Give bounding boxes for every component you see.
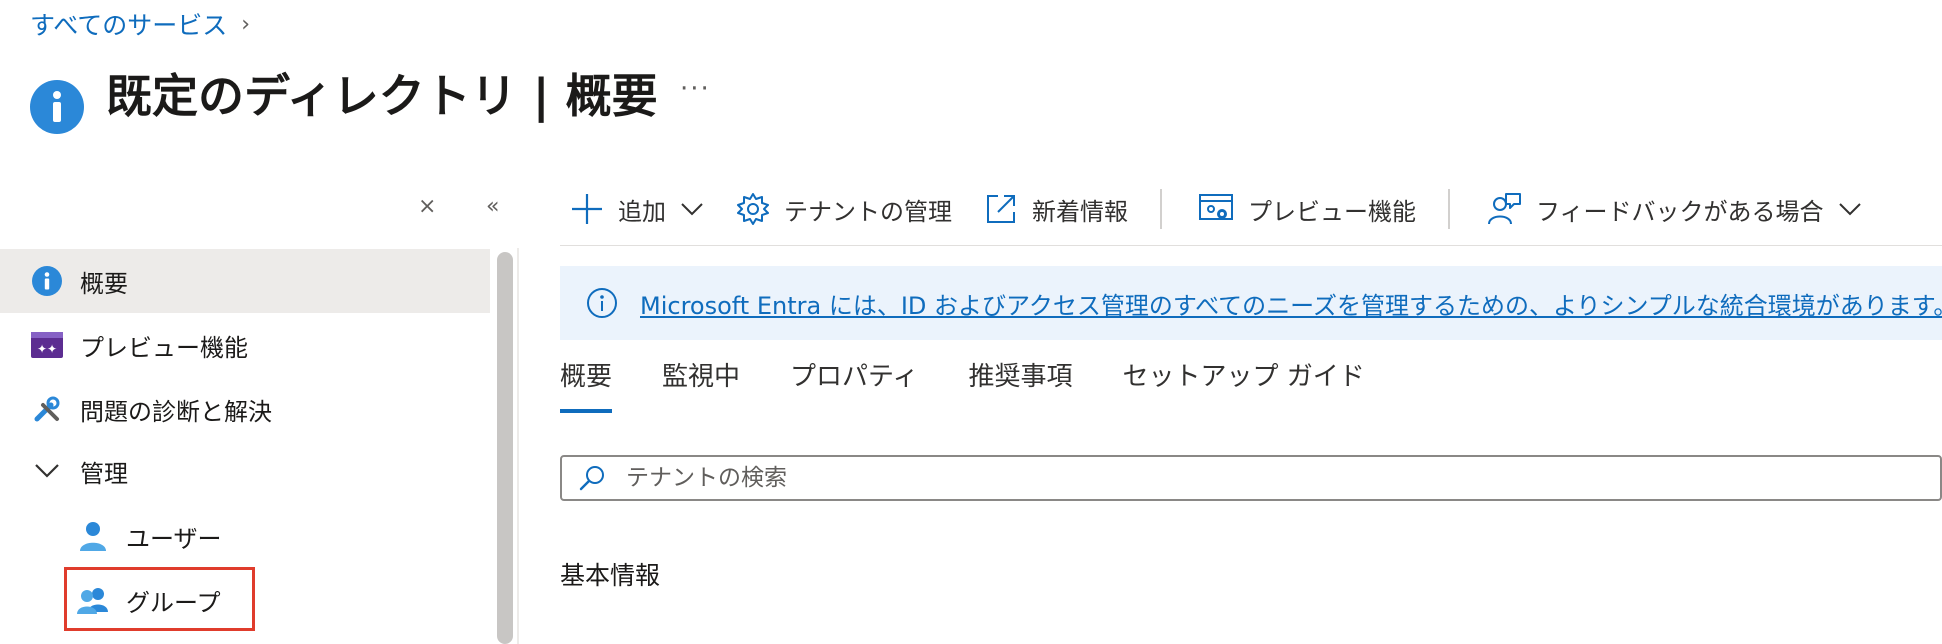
tenant-manage-button[interactable]: テナントの管理 <box>736 192 952 227</box>
add-label: 追加 <box>618 197 666 226</box>
tab-setup-guide[interactable]: セットアップ ガイド <box>1123 356 1365 413</box>
tab-overview[interactable]: 概要 <box>560 356 613 413</box>
tab-monitoring[interactable]: 監視中 <box>662 356 740 413</box>
preview-features-label: プレビュー機能 <box>1248 197 1416 226</box>
feedback-person-icon <box>1488 193 1521 225</box>
info-icon <box>30 80 84 134</box>
user-icon <box>76 519 110 553</box>
gear-icon <box>737 193 769 225</box>
toolbar-separator <box>1448 189 1450 229</box>
sidebar-divider <box>517 248 519 644</box>
wrench-icon <box>30 392 64 426</box>
tab-bar: 概要 監視中 プロパティ 推奨事項 セットアップ ガイド <box>560 356 1415 413</box>
command-bar: 追加 テナントの管理 新着情報 プレビュー機能 フィードバックがある場合 <box>570 186 1894 232</box>
chevron-down-icon <box>1838 203 1861 216</box>
chevron-down-icon <box>681 203 703 216</box>
banner-link[interactable]: Microsoft Entra には、ID およびアクセス管理のすべてのニーズを… <box>640 286 1942 321</box>
breadcrumb-all-services[interactable]: すべてのサービス <box>30 6 227 42</box>
info-icon <box>30 264 64 298</box>
collapse-icon[interactable]: « <box>486 194 499 219</box>
sidebar-item-label: 概要 <box>80 269 128 298</box>
search-icon <box>579 466 604 491</box>
toolbar-separator <box>1160 189 1162 229</box>
search-input[interactable] <box>624 464 1828 492</box>
tab-properties[interactable]: プロパティ <box>790 356 918 413</box>
add-button[interactable]: 追加 <box>570 192 704 227</box>
preview-settings-icon <box>1199 194 1233 220</box>
more-options-icon[interactable]: ··· <box>680 74 711 104</box>
preview-features-button[interactable]: プレビュー機能 <box>1198 192 1416 227</box>
external-link-icon <box>987 195 1015 223</box>
sidebar-item-preview[interactable]: ✦✦ プレビュー機能 <box>0 313 490 377</box>
sidebar-item-overview[interactable]: 概要 <box>0 249 490 313</box>
info-banner: Microsoft Entra には、ID およびアクセス管理のすべてのニーズを… <box>560 266 1942 340</box>
close-icon[interactable]: ⨯ <box>418 194 436 219</box>
whats-new-button[interactable]: 新着情報 <box>984 192 1128 227</box>
sidebar-item-manage[interactable]: 管理 <box>0 440 490 502</box>
tenant-search-box[interactable] <box>560 455 1942 501</box>
sidebar-item-label: 問題の診断と解決 <box>80 397 272 426</box>
sidebar-item-label: ユーザー <box>126 524 222 553</box>
groups-highlight-box <box>64 567 255 631</box>
sidebar-item-label: 管理 <box>80 459 128 488</box>
feedback-label: フィードバックがある場合 <box>1536 197 1824 226</box>
preview-icon: ✦✦ <box>30 328 64 362</box>
whats-new-label: 新着情報 <box>1032 197 1128 226</box>
tab-recommendations[interactable]: 推奨事項 <box>968 356 1072 413</box>
chevron-down-icon <box>30 454 64 488</box>
plus-icon <box>572 194 602 224</box>
sidebar-item-label: プレビュー機能 <box>80 333 248 362</box>
sidebar-scrollbar[interactable] <box>497 252 513 644</box>
info-outline-icon <box>587 288 617 318</box>
toolbar-divider <box>560 245 1942 246</box>
page-title: 既定のディレクトリ | 概要 <box>106 69 658 123</box>
sidebar-item-users[interactable]: ユーザー <box>0 505 490 567</box>
feedback-button[interactable]: フィードバックがある場合 <box>1486 192 1862 227</box>
sidebar-item-diagnose[interactable]: 問題の診断と解決 <box>0 377 490 441</box>
chevron-right-icon: › <box>241 11 251 37</box>
section-title: 基本情報 <box>560 561 661 590</box>
svg-text:✦✦: ✦✦ <box>37 342 57 356</box>
breadcrumb[interactable]: すべてのサービス › <box>30 6 250 42</box>
tenant-manage-label: テナントの管理 <box>784 197 952 226</box>
